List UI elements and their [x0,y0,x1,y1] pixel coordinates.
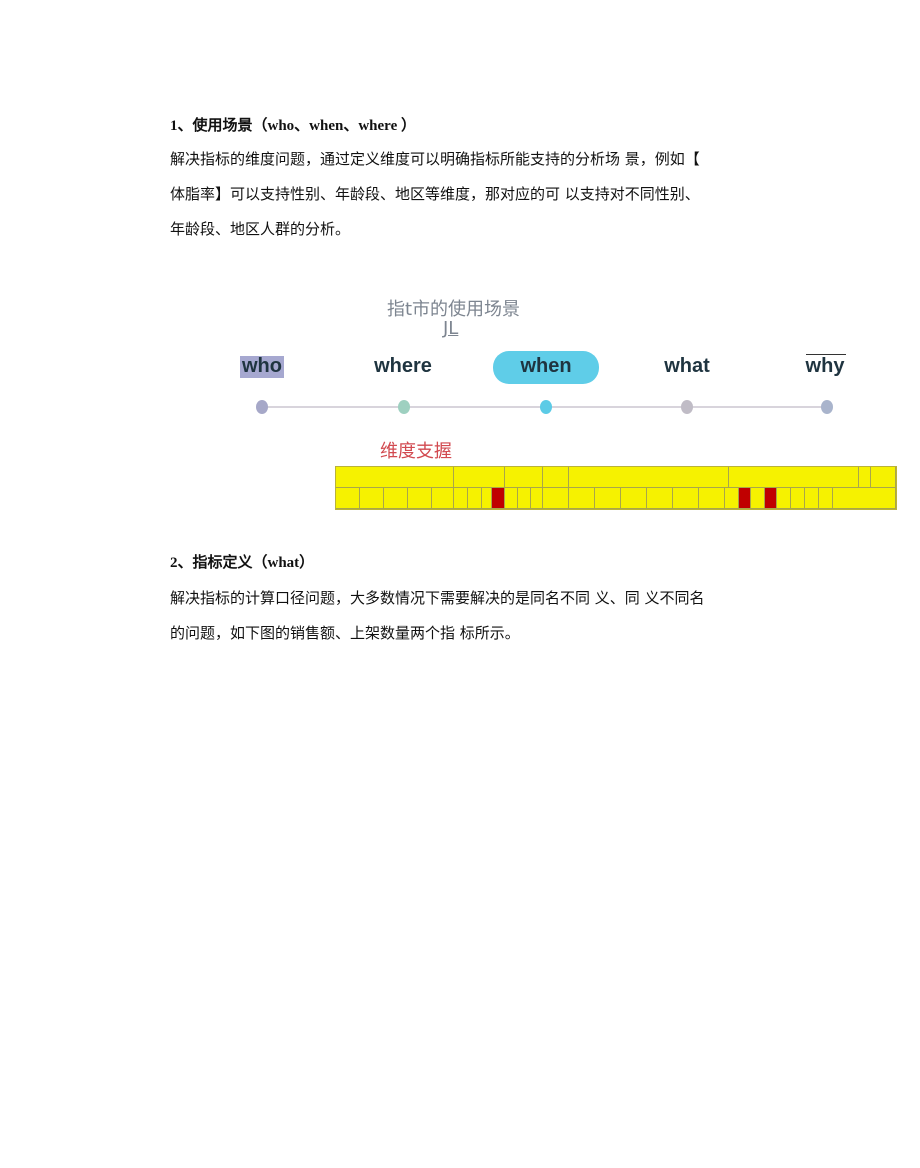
step-why: why [805,355,845,377]
step-what: what [664,355,710,377]
timeline-dot [681,400,693,414]
paragraph-line: 的问题，如下图的销售额、上架数量两个指 标所示。 [170,624,520,642]
section2-heading: 2、指标定义（what） [170,555,315,571]
paragraph-line: 年龄段、地区人群的分析。 [170,220,351,238]
timeline-dot [540,400,552,414]
paragraph-line: 体脂率】可以支持性别、年龄段、地区等维度，那对应的可 以支持对不同性别、 [170,185,700,203]
step-when: when [520,355,572,377]
paragraph-line: 解决指标的维度问题，通过定义维度可以明确指标所能支持的分析场 景，例如【 [170,150,700,168]
timeline-dot [821,400,833,414]
step-who: who [242,355,282,377]
dimension-table-image [335,466,897,510]
step-where: where [374,355,432,377]
dimension-label: 维度支握 [380,441,452,462]
paragraph-line: 解决指标的计算口径问题，大多数情况下需要解决的是同名不同 义、同 义不同名 [170,589,705,607]
diagram-subtitle: JL [443,318,459,339]
section1-heading: 1、使用场景（who、when、where ） [170,118,416,134]
timeline-dot [256,400,268,414]
timeline-dot [398,400,410,414]
